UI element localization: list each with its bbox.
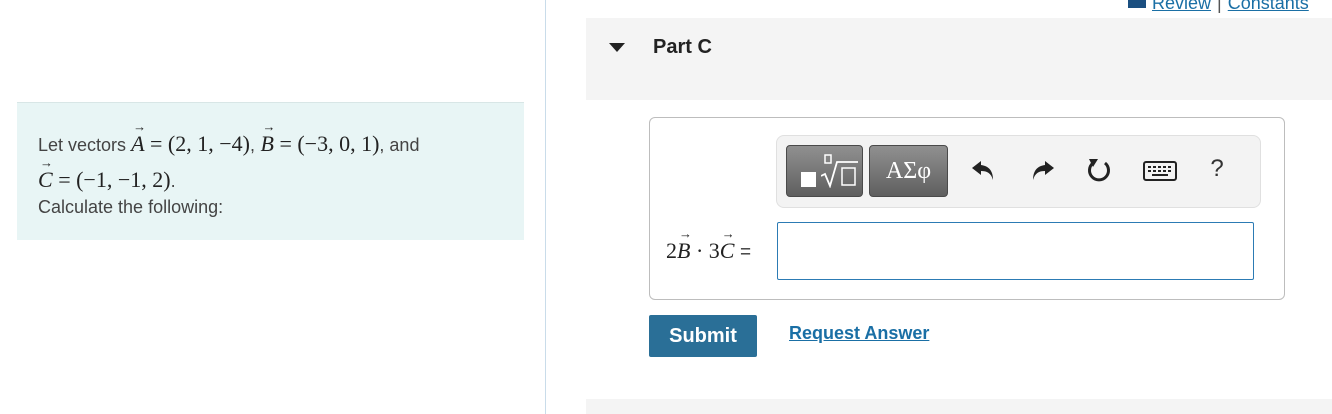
problem-line-2: C = (−1, −1, 2).: [38, 155, 176, 193]
radical-icon: [821, 154, 858, 188]
problem-line-1: Let vectors A = (2, 1, −4), B = (−3, 0, …: [38, 119, 420, 157]
greek-letters-button[interactable]: ΑΣφ: [869, 145, 948, 197]
undo-icon[interactable]: [969, 155, 999, 185]
problem-statement: Let vectors A = (2, 1, −4), B = (−3, 0, …: [17, 102, 524, 240]
math-toolbar: ΑΣφ ?: [776, 135, 1261, 208]
panel-divider: [545, 0, 546, 414]
coef-c: 3: [708, 238, 720, 263]
constants-link[interactable]: Constants: [1228, 0, 1309, 13]
dot-operator: ·: [695, 238, 704, 263]
answer-box: ΑΣφ ? 2B · 3C =: [649, 117, 1285, 300]
submit-button[interactable]: Submit: [649, 315, 757, 357]
collapse-caret-icon[interactable]: [609, 43, 625, 52]
problem-intro: Let vectors: [38, 135, 127, 155]
top-links: Review | Constants: [1128, 0, 1309, 14]
request-answer-link[interactable]: Request Answer: [789, 323, 929, 344]
book-icon: [1128, 0, 1146, 9]
templates-icon: [801, 172, 816, 187]
templates-button[interactable]: [786, 145, 863, 197]
vector-a-value: = (2, 1, −4): [150, 131, 250, 156]
reset-icon[interactable]: [1084, 155, 1114, 185]
help-icon[interactable]: ?: [1207, 155, 1227, 185]
vector-c-symbol-eq: C: [720, 226, 735, 264]
redo-icon[interactable]: [1027, 155, 1057, 185]
part-header[interactable]: Part C: [586, 18, 1332, 100]
answer-input[interactable]: [777, 222, 1254, 280]
vector-b-value: = (−3, 0, 1): [279, 131, 380, 156]
vector-b-symbol-eq: B: [677, 226, 693, 264]
link-separator: |: [1217, 0, 1222, 13]
vector-a-symbol: A: [131, 119, 147, 157]
vector-c-symbol: C: [38, 155, 53, 193]
vector-b-symbol: B: [261, 119, 277, 157]
and-text: , and: [379, 135, 420, 155]
review-link[interactable]: Review: [1152, 0, 1211, 13]
keyboard-icon[interactable]: [1143, 160, 1177, 182]
coef-b: 2: [666, 238, 677, 263]
equation-label: 2B · 3C =: [666, 226, 752, 264]
vector-c-value: = (−1, −1, 2): [58, 167, 171, 192]
calculate-text: Calculate the following:: [38, 197, 224, 217]
next-part-strip: [586, 399, 1332, 414]
part-title: Part C: [653, 36, 712, 58]
equals-sign: =: [739, 242, 752, 263]
